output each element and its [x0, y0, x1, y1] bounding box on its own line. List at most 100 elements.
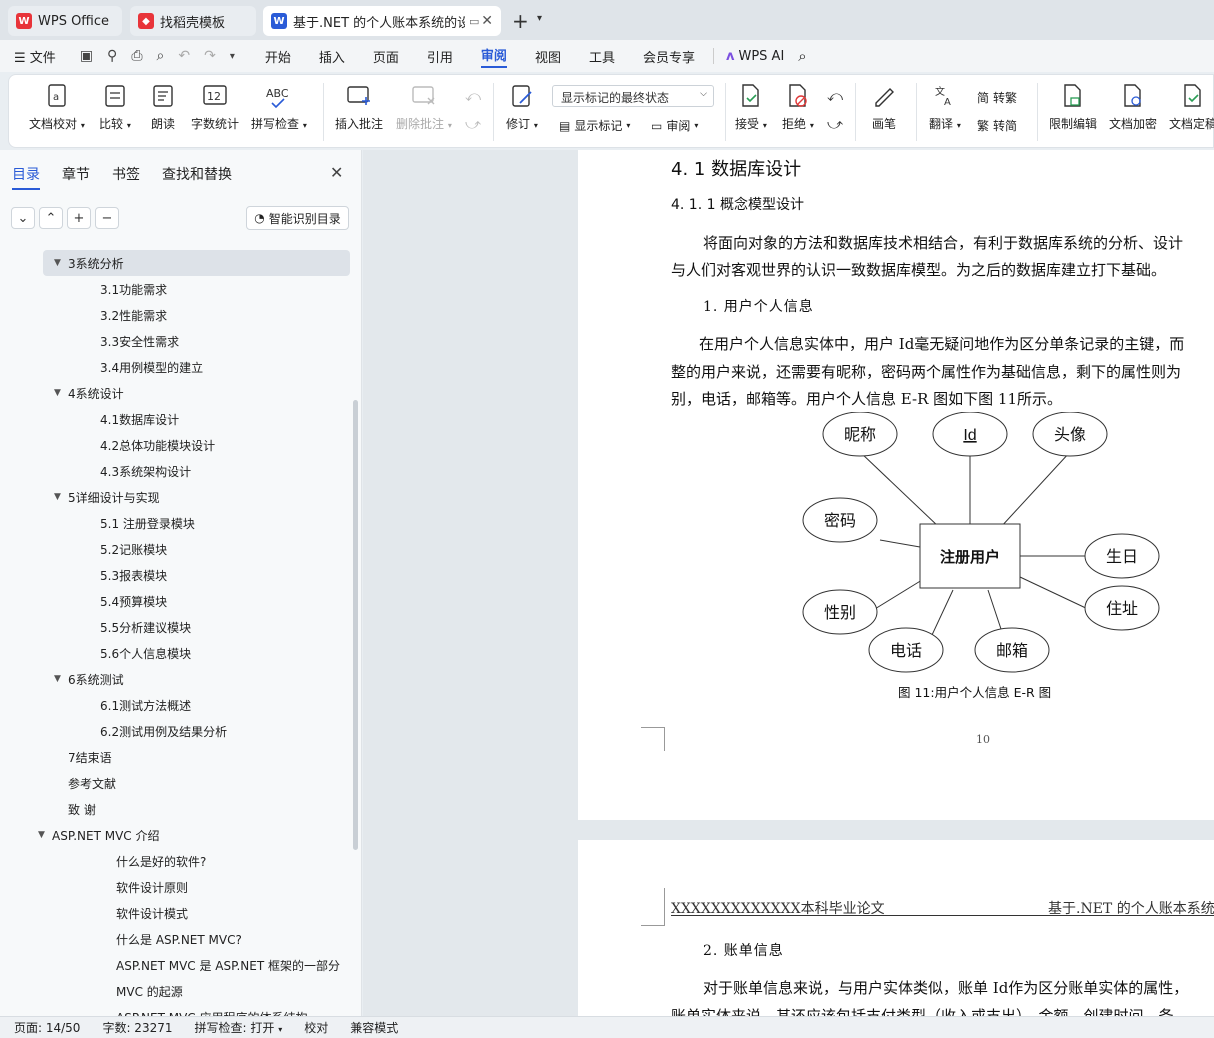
review-pane-button[interactable]: ▭ 审阅 ▾: [651, 117, 698, 134]
proofread-button[interactable]: a 文档校对 ▾: [29, 83, 85, 132]
encrypt-button[interactable]: 文档加密: [1109, 83, 1157, 132]
search-icon[interactable]: ⌕: [798, 47, 806, 65]
close-tab-icon[interactable]: ✕: [481, 13, 493, 29]
markup-mode-select[interactable]: 显示标记的最终状态 ⌵: [552, 85, 714, 107]
toc-item[interactable]: ▼ ASP.NET MVC 介绍: [0, 822, 352, 848]
print-preview-icon[interactable]: ⌕: [157, 48, 165, 64]
toc-item[interactable]: ▼ 4系统设计: [0, 380, 352, 406]
toc-item[interactable]: 3.1功能需求: [0, 276, 352, 302]
toc-item[interactable]: 5.5分析建议模块: [0, 614, 352, 640]
toc-item[interactable]: MVC 的起源: [0, 978, 352, 1004]
toc-item[interactable]: 4.2总体功能模块设计: [0, 432, 352, 458]
menu-page[interactable]: 页面: [373, 47, 399, 66]
redo-icon[interactable]: ↷: [204, 48, 216, 64]
translate-button[interactable]: 文A 翻译 ▾: [929, 83, 961, 132]
more-chevron-icon[interactable]: ▾: [230, 51, 235, 62]
show-markup-button[interactable]: ▤ 显示标记 ▾: [559, 117, 630, 134]
toc-item[interactable]: ▼ 5详细设计与实现: [0, 484, 352, 510]
toc-item[interactable]: 6.2测试用例及结果分析: [0, 718, 352, 744]
reject-button[interactable]: 拒绝 ▾: [782, 83, 814, 132]
word-count-button[interactable]: 12 字数统计: [191, 83, 239, 132]
toc-item[interactable]: 6.1测试方法概述: [0, 692, 352, 718]
smart-toc-button[interactable]: ◔ 智能识别目录: [246, 206, 349, 230]
word-count-status[interactable]: 字数: 23271: [102, 1019, 172, 1036]
toc-item[interactable]: 4.3系统架构设计: [0, 458, 352, 484]
toc-item[interactable]: 软件设计原则: [0, 874, 352, 900]
file-menu[interactable]: ☰ 文件: [14, 47, 56, 66]
add-heading-button[interactable]: +: [67, 207, 91, 229]
next-change-icon[interactable]: ⤻: [827, 115, 843, 133]
menu-references[interactable]: 引用: [427, 47, 453, 66]
save-icon[interactable]: ▣: [80, 48, 93, 64]
track-changes-button[interactable]: 修订 ▾: [506, 83, 538, 132]
tab-current-document[interactable]: W 基于.NET 的个人账本系统的设 ▭ ✕: [263, 6, 501, 36]
toc-item[interactable]: ▼ 3系统分析: [43, 250, 350, 276]
menu-member[interactable]: 会员专享: [643, 47, 695, 66]
read-aloud-button[interactable]: 朗读: [151, 83, 175, 132]
tab-wps-office[interactable]: W WPS Office: [8, 6, 122, 36]
compare-button[interactable]: 比较 ▾: [99, 83, 131, 132]
spell-check-button[interactable]: ABC 拼写检查 ▾: [251, 83, 307, 132]
toc-item[interactable]: ▼ 6系统测试: [0, 666, 352, 692]
spell-check-status[interactable]: 拼写检查: 打开 ▾: [195, 1019, 283, 1036]
insert-comment-button[interactable]: 插入批注: [335, 83, 383, 132]
tab-toc[interactable]: 目录: [12, 164, 40, 190]
document-page[interactable]: 4. 1 数据库设计 4. 1. 1 概念模型设计 将面向对象的方法和数据库技术…: [578, 150, 1214, 820]
delete-comment-button[interactable]: 删除批注 ▾: [396, 83, 452, 132]
expand-arrow-icon[interactable]: ▼: [38, 830, 52, 840]
remove-heading-button[interactable]: −: [95, 207, 119, 229]
page-indicator[interactable]: 页面: 14/50: [14, 1019, 80, 1036]
undo-icon[interactable]: ↶: [178, 48, 190, 64]
toc-item[interactable]: 参考文献: [0, 770, 352, 796]
prev-comment-icon[interactable]: ⤺: [465, 87, 481, 105]
expand-arrow-icon[interactable]: ▼: [54, 388, 68, 398]
finalize-button[interactable]: 文档定稿: [1169, 83, 1214, 132]
toc-item[interactable]: 3.2性能需求: [0, 302, 352, 328]
toc-item[interactable]: 5.3报表模块: [0, 562, 352, 588]
to-simplified-button[interactable]: 繁 转简: [977, 117, 1017, 134]
toc-item[interactable]: 4.1数据库设计: [0, 406, 352, 432]
menu-insert[interactable]: 插入: [319, 47, 345, 66]
menu-view[interactable]: 视图: [535, 47, 561, 66]
toc-item[interactable]: 5.4预算模块: [0, 588, 352, 614]
share-icon[interactable]: ⚲: [107, 48, 117, 64]
toc-item[interactable]: 软件设计模式: [0, 900, 352, 926]
toc-item[interactable]: 致 谢: [0, 796, 352, 822]
menu-home[interactable]: 开始: [265, 47, 291, 66]
toc-item[interactable]: ASP.NET MVC 是 ASP.NET 框架的一部分: [0, 952, 352, 978]
menu-tools[interactable]: 工具: [589, 47, 615, 66]
menu-review[interactable]: 审阅: [480, 45, 507, 68]
prev-change-icon[interactable]: ⤺: [827, 87, 843, 105]
toc-item[interactable]: 5.6个人信息模块: [0, 640, 352, 666]
print-icon[interactable]: ⎙: [131, 48, 142, 64]
wps-ai-button[interactable]: ᴧ WPS AI: [726, 49, 784, 64]
collapse-all-button[interactable]: ⌃: [39, 207, 63, 229]
expand-all-button[interactable]: ⌄: [11, 207, 35, 229]
toc-item[interactable]: 3.4用例模型的建立: [0, 354, 352, 380]
expand-arrow-icon[interactable]: ▼: [54, 258, 68, 268]
proof-status[interactable]: 校对: [304, 1019, 328, 1036]
close-nav-icon[interactable]: ✕: [330, 163, 343, 182]
expand-arrow-icon[interactable]: ▼: [54, 674, 68, 684]
toc-item[interactable]: 5.2记账模块: [0, 536, 352, 562]
tab-docer-templates[interactable]: ◆ 找稻壳模板: [130, 6, 256, 36]
ink-button[interactable]: 画笔: [872, 83, 896, 132]
toc-item[interactable]: 3.3安全性需求: [0, 328, 352, 354]
new-tab-button[interactable]: +: [512, 9, 529, 33]
tab-find-replace[interactable]: 查找和替换: [162, 164, 232, 190]
to-traditional-button[interactable]: 简 转繁: [977, 89, 1017, 106]
toc-item[interactable]: ASP.NET MVC 应用程序的体系结构: [0, 1004, 352, 1017]
toc-item[interactable]: 5.1 注册登录模块: [0, 510, 352, 536]
tab-sections[interactable]: 章节: [62, 164, 90, 190]
expand-arrow-icon[interactable]: ▼: [54, 492, 68, 502]
tab-list-chevron-icon[interactable]: ▾: [537, 13, 542, 24]
accept-button[interactable]: 接受 ▾: [735, 83, 767, 132]
document-page[interactable]: XXXXXXXXXXXXX本科毕业论文 基于.NET 的个人账本系统的 2. 账…: [578, 840, 1214, 1016]
toc-item[interactable]: 7结束语: [0, 744, 352, 770]
nav-scrollbar[interactable]: [353, 400, 358, 850]
next-comment-icon[interactable]: ⤻: [465, 115, 481, 133]
tab-bookmarks[interactable]: 书签: [112, 164, 140, 190]
toc-item[interactable]: 什么是好的软件?: [0, 848, 352, 874]
toc-item[interactable]: 什么是 ASP.NET MVC?: [0, 926, 352, 952]
restrict-editing-button[interactable]: 限制编辑: [1049, 83, 1097, 132]
